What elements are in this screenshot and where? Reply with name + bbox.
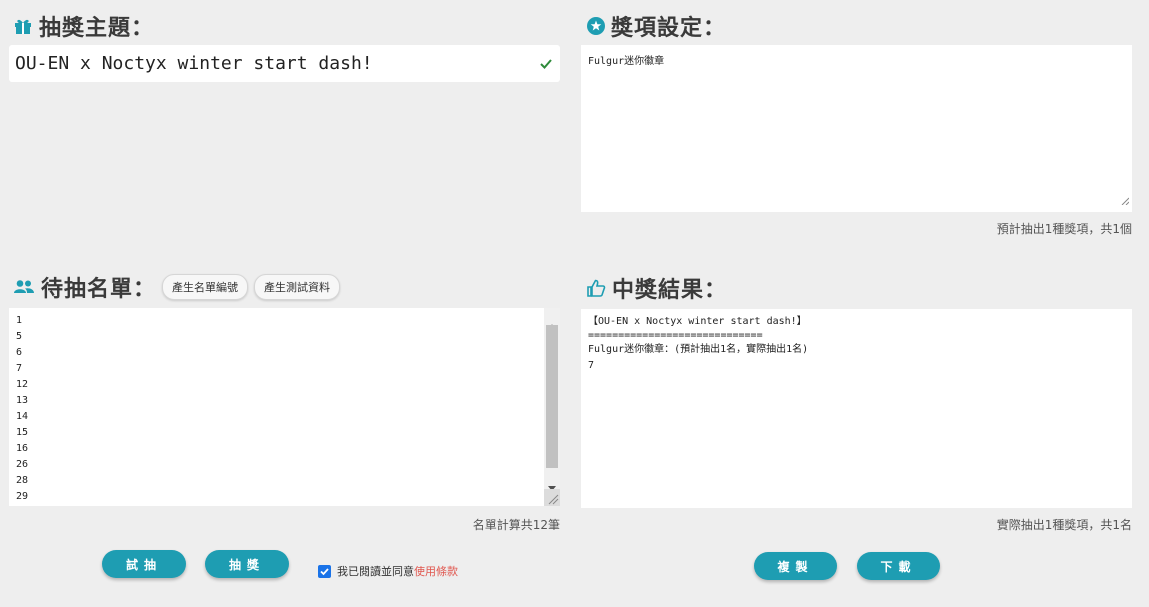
resize-handle-icon[interactable] <box>544 489 560 506</box>
resize-handle-icon[interactable] <box>1121 190 1130 209</box>
thumbs-up-icon <box>586 278 606 298</box>
list-item: 1 <box>16 315 23 326</box>
list-item: 6 <box>16 347 23 358</box>
trial-draw-button[interactable]: 試抽 <box>102 550 186 578</box>
results-section-title: 中獎結果： <box>586 272 727 304</box>
list-item: 7 <box>16 363 23 374</box>
candidates-section-title: 待抽名單： 產生名單編號 產生測試資料 <box>13 271 341 303</box>
list-item: 28 <box>16 475 29 486</box>
agree-text: 我已閱讀並同意 <box>337 565 414 578</box>
scroll-thumb[interactable] <box>546 325 558 468</box>
results-title: 中獎結果： <box>612 278 728 303</box>
list-item: 16 <box>16 443 29 454</box>
prize-section-title: 獎項設定： <box>587 10 726 42</box>
prize-textarea[interactable]: Fulgur迷你徽章 <box>581 45 1132 212</box>
copy-button[interactable]: 複製 <box>754 552 837 580</box>
check-icon <box>540 55 552 74</box>
result-line: ============================= <box>588 330 763 341</box>
list-item: 5 <box>16 331 23 342</box>
prize-textarea-value: Fulgur迷你徽章 <box>588 56 665 67</box>
candidates-title: 待抽名單： <box>41 277 157 302</box>
theme-input-value: OU-EN x Noctyx winter start dash! <box>15 53 373 74</box>
result-line: 7 <box>588 360 595 371</box>
prize-title: 獎項設定： <box>611 16 727 41</box>
agree-checkbox[interactable] <box>318 564 331 578</box>
candidates-scrollbar[interactable] <box>544 308 560 506</box>
results-content: 【OU-EN x Noctyx winter start dash!】 ====… <box>588 314 808 374</box>
draw-button[interactable]: 抽獎 <box>205 550 289 578</box>
download-button[interactable]: 下載 <box>857 552 940 580</box>
results-summary: 實際抽出1種獎項，共1名 <box>996 518 1132 532</box>
users-icon <box>13 279 35 295</box>
candidates-count: 名單計算共12筆 <box>472 518 560 532</box>
generate-test-data-button[interactable]: 產生測試資料 <box>254 274 341 300</box>
list-item: 15 <box>16 427 29 438</box>
result-line: Fulgur迷你徽章：(預計抽出1名，實際抽出1名) <box>588 344 809 355</box>
theme-title: 抽獎主題： <box>39 16 155 41</box>
results-textarea[interactable]: 【OU-EN x Noctyx winter start dash!】 ====… <box>581 309 1132 508</box>
terms-link[interactable]: 使用條款 <box>414 563 458 579</box>
star-circle-icon <box>587 17 605 35</box>
agree-terms: 我已閱讀並同意 使用條款 <box>318 563 458 579</box>
list-item: 29 <box>16 491 29 502</box>
candidates-list: 1 5 6 7 12 13 14 15 16 26 28 29 <box>16 313 28 505</box>
theme-section-title: 抽獎主題： <box>13 10 154 42</box>
list-item: 14 <box>16 411 29 422</box>
theme-input[interactable]: OU-EN x Noctyx winter start dash! <box>9 45 560 82</box>
gift-icon <box>13 16 33 36</box>
generate-list-number-button[interactable]: 產生名單編號 <box>162 274 249 300</box>
prize-summary: 預計抽出1種獎項，共1個 <box>996 222 1132 236</box>
result-line: 【OU-EN x Noctyx winter start dash!】 <box>588 316 807 327</box>
list-item: 26 <box>16 459 29 470</box>
candidates-textarea[interactable]: 1 5 6 7 12 13 14 15 16 26 28 29 <box>9 308 560 506</box>
list-item: 12 <box>16 379 29 390</box>
list-item: 13 <box>16 395 29 406</box>
